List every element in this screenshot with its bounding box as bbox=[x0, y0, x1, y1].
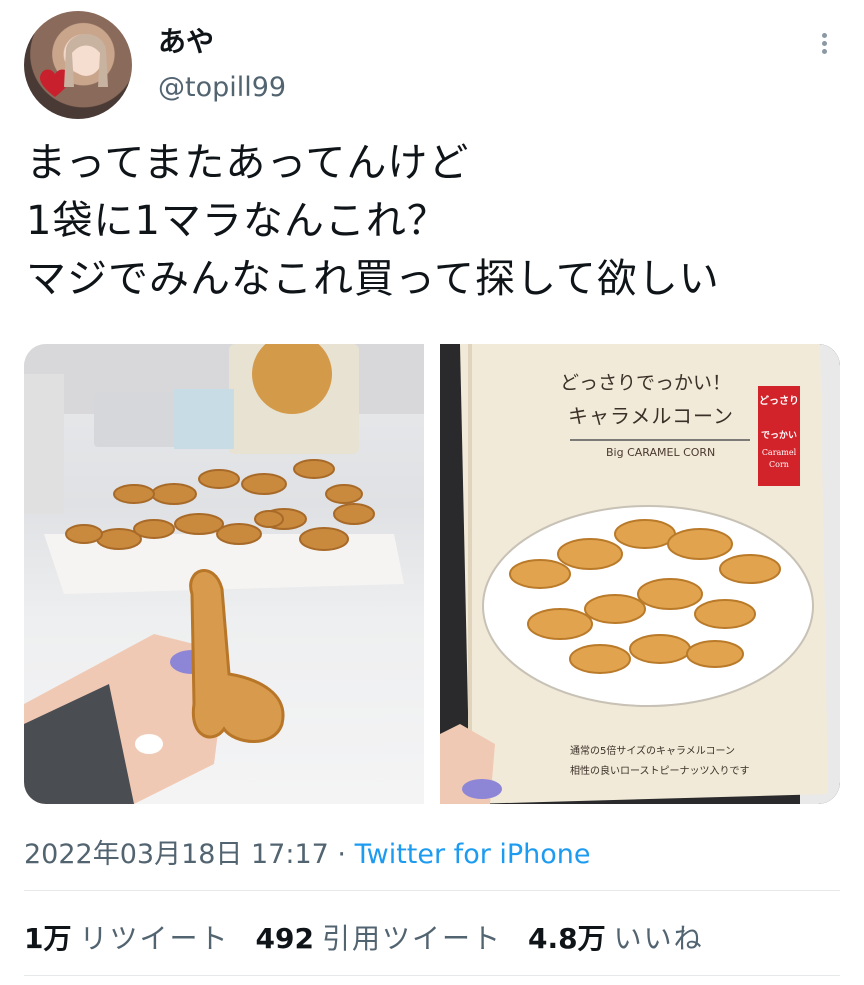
tweet-line: マジでみんなこれ買って探して欲しい bbox=[26, 256, 720, 302]
timestamp[interactable]: 2022年03月18日 17:17 bbox=[24, 839, 329, 870]
package-badge-bottom-1: Caramel bbox=[761, 448, 797, 457]
package-product-name: キャラメルコーン bbox=[568, 404, 734, 428]
package-note-1: 通常の5倍サイズのキャラメルコーン bbox=[570, 746, 736, 757]
more-vertical-icon bbox=[821, 33, 827, 38]
more-vertical-icon-dot bbox=[821, 49, 827, 54]
likes-stat[interactable]: 4.8万 いいね bbox=[528, 922, 730, 955]
divider bbox=[24, 890, 840, 891]
user-handle[interactable]: @topill99 bbox=[158, 72, 286, 104]
likes-count: 4.8万 bbox=[527, 922, 606, 955]
engagement-stats: 1万 リツイート 492 引用ツイート 4.8万 いいね bbox=[24, 917, 730, 957]
more-options-button[interactable] bbox=[812, 30, 836, 60]
snack-photo-graphic bbox=[24, 344, 424, 804]
package-headline: どっさりでっかい！ bbox=[560, 372, 732, 394]
tweet-line: 1袋に1マラなんこれ？ bbox=[26, 198, 448, 244]
avatar[interactable] bbox=[24, 11, 132, 119]
tweet-meta: 2022年03月18日 17:17 · Twitter for iPhone bbox=[24, 832, 591, 871]
retweets-stat[interactable]: 1万 リツイート bbox=[24, 922, 256, 955]
package-note-2: 相性の良いローストピーナッツ入りです bbox=[570, 766, 750, 777]
quotes-count: 492 bbox=[255, 922, 314, 955]
tweet-text: まってまたあってんけど 1袋に1マラなんこれ？ マジでみんなこれ買って探して欲し… bbox=[26, 134, 846, 308]
likes-label: いいね bbox=[613, 922, 704, 955]
package-badge-middle: でっかい bbox=[760, 431, 797, 441]
meta-separator: · bbox=[337, 839, 347, 870]
tweet-line: まってまたあってんけど bbox=[26, 140, 470, 186]
package-english-name: Big CARAMEL CORN bbox=[606, 446, 716, 459]
quotes-stat[interactable]: 492 引用ツイート bbox=[256, 922, 528, 955]
retweets-label: リツイート bbox=[79, 922, 230, 955]
divider bbox=[24, 975, 840, 976]
profile-face-graphic bbox=[64, 34, 108, 87]
package-badge-top: どっさり bbox=[759, 396, 799, 407]
photo-snacks-on-table[interactable] bbox=[24, 344, 424, 804]
retweets-count: 1万 bbox=[24, 922, 72, 955]
source-link[interactable]: Twitter for iPhone bbox=[355, 839, 591, 870]
more-vertical-icon-dot bbox=[821, 41, 827, 46]
quotes-label: 引用ツイート bbox=[321, 922, 502, 955]
package-badge-bottom-2: Corn bbox=[769, 460, 789, 469]
media-grid: どっさりでっかい！ キャラメルコーン Big CARAMEL CORN どっさり… bbox=[24, 344, 840, 804]
photo-caramel-corn-bag[interactable]: どっさりでっかい！ キャラメルコーン Big CARAMEL CORN どっさり… bbox=[440, 344, 840, 804]
display-name[interactable]: あや bbox=[158, 26, 214, 58]
